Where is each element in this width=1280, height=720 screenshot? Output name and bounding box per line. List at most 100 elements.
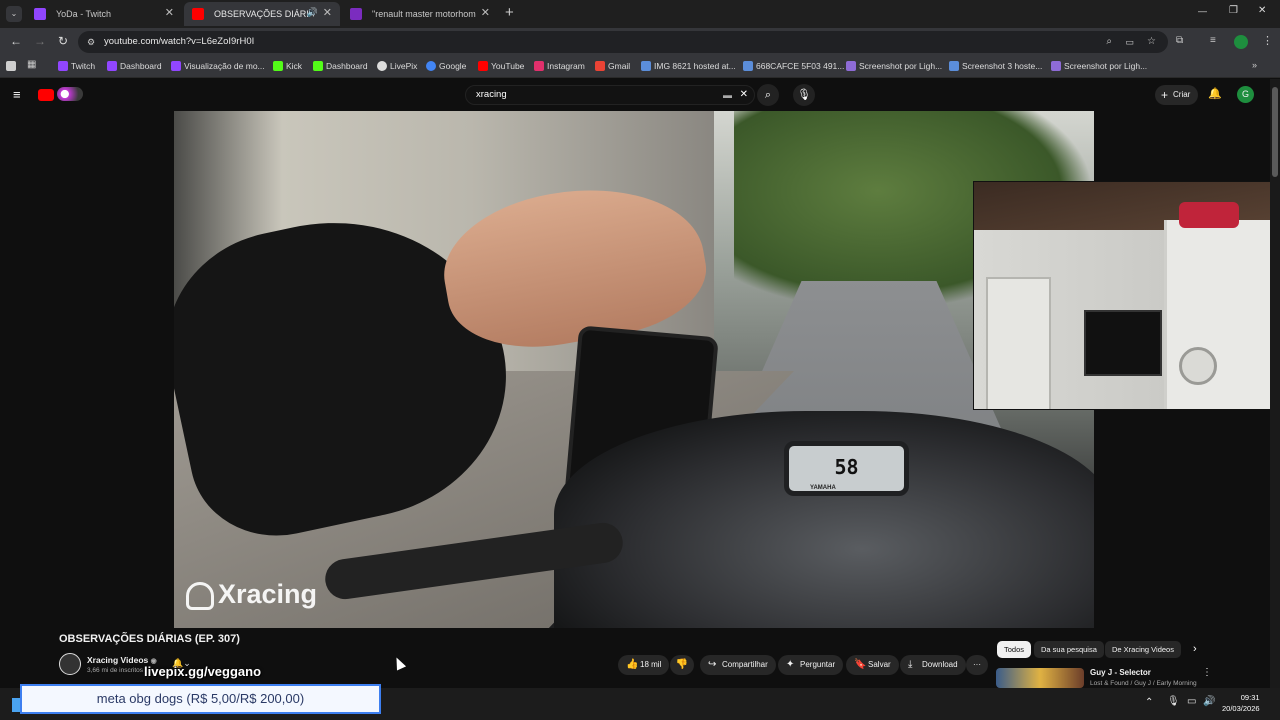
taskbar-clock[interactable]: 09:31 20/03/2026: [1222, 692, 1260, 714]
bookmark-screenshot-1[interactable]: Screenshot por Ligh...: [846, 61, 942, 71]
new-tab-button[interactable]: +: [505, 4, 514, 21]
apps-icon[interactable]: [6, 61, 16, 71]
search-button[interactable]: ⌕: [757, 84, 779, 106]
address-url: youtube.com/watch?v=L6eZoI9rH0I: [104, 36, 255, 47]
bookmark-screenshot-2[interactable]: Screenshot 3 hoste...: [949, 61, 1042, 71]
save-label: Salvar: [868, 660, 891, 669]
clock-time: 09:31: [1240, 693, 1260, 702]
youtube-header: ≡ xracing ▬ ✕ ⌕ 🎙 + Criar 🔔 G: [0, 79, 1270, 111]
cast-icon[interactable]: ▭: [1125, 31, 1134, 53]
ask-button[interactable]: ✦ Perguntar: [778, 655, 844, 675]
create-label: Criar: [1173, 90, 1191, 99]
youtube-icon: [478, 61, 488, 71]
channel-avatar[interactable]: [59, 653, 81, 675]
volume-icon[interactable]: 🔊: [1203, 696, 1215, 707]
close-icon[interactable]: ✕: [323, 6, 332, 19]
bookmark-img-8621[interactable]: IMG 8621 hosted at...: [641, 61, 736, 71]
video-player[interactable]: 58 YAMAHA Xracing: [174, 111, 1094, 628]
like-count: 18 mil: [640, 660, 662, 669]
mouse-cursor: [391, 655, 407, 671]
more-bookmarks-icon[interactable]: »: [1252, 60, 1257, 70]
network-icon[interactable]: ▭: [1187, 696, 1196, 707]
tab-search-dropdown-button[interactable]: ⌄: [6, 6, 22, 22]
voice-search-button[interactable]: 🎙: [793, 84, 815, 106]
youtube-icon: [192, 8, 204, 20]
bookmark-dashboard[interactable]: Dashboard: [107, 61, 162, 71]
bookmark-instagram[interactable]: Instagram: [534, 61, 585, 71]
image-host-icon: [949, 61, 959, 71]
speaker-icon[interactable]: 🔊: [307, 7, 318, 18]
chevron-right-icon[interactable]: ›: [1193, 643, 1197, 655]
speedometer-display: 58: [784, 441, 909, 496]
address-bar-input[interactable]: ⚙ youtube.com/watch?v=L6eZoI9rH0I ⌕ ▭ ☆: [78, 31, 1168, 53]
image-host-icon: [743, 61, 753, 71]
forward-arrow-icon[interactable]: →: [34, 34, 46, 48]
scrollbar-thumb[interactable]: [1272, 87, 1278, 177]
bookmark-youtube[interactable]: YouTube: [478, 61, 524, 71]
tab-youtube-video[interactable]: OBSERVAÇÕES DIÁRIAS (EP 🔊 ✕: [184, 2, 340, 26]
plus-icon: +: [1161, 88, 1169, 102]
hamburger-menu-icon[interactable]: ≡: [13, 87, 21, 102]
livepix-icon: [377, 61, 387, 71]
zoom-icon[interactable]: ⌕: [1106, 31, 1112, 53]
dislike-button[interactable]: 👎: [670, 655, 694, 675]
profile-avatar[interactable]: [1234, 35, 1248, 49]
recommended-menu-icon[interactable]: ⋮: [1202, 667, 1212, 678]
more-actions-button[interactable]: ···: [966, 655, 988, 675]
notifications-bell-icon[interactable]: 🔔: [1208, 87, 1222, 100]
bookmarks-bar: ▦ Twitch Dashboard Visualização de mo...…: [0, 56, 1280, 78]
bookmark-twitch[interactable]: Twitch: [58, 61, 95, 71]
chip-from-search[interactable]: Da sua pesquisa: [1034, 641, 1104, 658]
twitch-icon: [58, 61, 68, 71]
site-info-icon[interactable]: ⚙: [87, 31, 95, 53]
tray-overflow-icon[interactable]: ⌃: [1145, 697, 1153, 708]
window-close-button[interactable]: ✕: [1258, 5, 1266, 16]
media-controls-icon[interactable]: ≡: [1210, 35, 1216, 46]
bookmark-google[interactable]: Google: [426, 61, 466, 71]
bookmark-label: 668CAFCE 5F03 491...: [756, 61, 845, 71]
like-button[interactable]: 👍 18 mil: [618, 655, 670, 675]
back-arrow-icon[interactable]: ←: [10, 34, 22, 48]
tab-search[interactable]: "renault master motorhome" - ✕: [342, 2, 498, 26]
chip-all[interactable]: Todos: [997, 641, 1032, 658]
minimize-button[interactable]: —: [1198, 6, 1207, 16]
bookmark-kick-dashboard[interactable]: Dashboard: [313, 61, 368, 71]
clear-search-icon[interactable]: ✕: [740, 86, 748, 104]
search-results-icon: [350, 8, 362, 20]
bookmark-668cafce[interactable]: 668CAFCE 5F03 491...: [743, 61, 844, 71]
create-button[interactable]: + Criar: [1155, 85, 1199, 105]
chip-from-channel[interactable]: De Xracing Videos: [1105, 641, 1181, 658]
account-avatar[interactable]: G: [1237, 86, 1254, 103]
restore-button[interactable]: ❐: [1229, 5, 1238, 16]
browser-menu-icon[interactable]: ⋮: [1262, 34, 1273, 47]
thumbs-up-icon: 👍: [626, 659, 639, 670]
keyboard-icon[interactable]: ▬: [723, 86, 732, 104]
gmail-icon: [595, 61, 605, 71]
search-input[interactable]: xracing ▬ ✕: [465, 85, 755, 105]
bookmark-gmail[interactable]: Gmail: [595, 61, 630, 71]
recommended-title[interactable]: Guy J - Selector: [1090, 668, 1151, 677]
share-button[interactable]: ↪ Compartilhar: [700, 655, 776, 675]
page-scrollbar[interactable]: [1270, 79, 1280, 688]
bookmark-screenshot-3[interactable]: Screenshot por Ligh...: [1051, 61, 1147, 71]
download-button[interactable]: ⤓ Download: [900, 655, 966, 675]
bookmark-label: Dashboard: [326, 61, 368, 71]
bookmark-visualizacao[interactable]: Visualização de mo...: [171, 61, 265, 71]
close-icon[interactable]: ✕: [481, 6, 490, 19]
youtube-logo[interactable]: [38, 89, 54, 101]
microphone-tray-icon[interactable]: 🎙: [1167, 696, 1180, 707]
grid-icon[interactable]: ▦: [27, 59, 36, 70]
tab-twitch[interactable]: YoDa - Twitch ✕: [26, 2, 182, 26]
recommended-thumbnail[interactable]: [996, 668, 1084, 688]
extensions-icon[interactable]: ⧉: [1176, 35, 1183, 46]
bookmark-livepix[interactable]: LivePix: [377, 61, 417, 71]
save-button[interactable]: 🔖 Salvar: [846, 655, 899, 675]
download-icon: ⤓: [908, 659, 913, 670]
bookmark-star-icon[interactable]: ☆: [1147, 31, 1156, 53]
search-value: xracing: [476, 89, 507, 100]
reload-icon[interactable]: ↻: [58, 34, 68, 48]
bookmark-kick[interactable]: Kick: [273, 61, 302, 71]
doodle-logo-icon[interactable]: [57, 87, 83, 101]
close-icon[interactable]: ✕: [165, 6, 174, 19]
subscriber-count: 3,66 mi de inscritos: [87, 667, 143, 674]
